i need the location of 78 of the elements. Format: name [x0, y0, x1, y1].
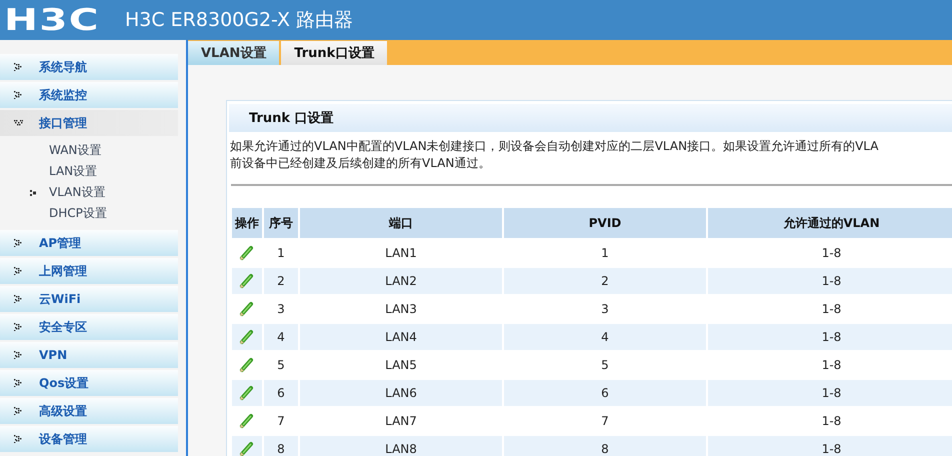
tab[interactable]: VLAN设置 — [188, 41, 280, 65]
table-cell-text: 1 — [600, 245, 610, 262]
table-cell: LAN8 — [300, 436, 502, 456]
table-cell-text: 5 — [600, 357, 610, 374]
edit-icon[interactable] — [239, 441, 255, 456]
table-cell: LAN6 — [300, 380, 502, 406]
menu-item[interactable]: VLAN设置 — [0, 182, 178, 203]
menu-group[interactable]: 接口管理 — [0, 110, 178, 136]
menu-group[interactable]: 系统导航 — [0, 54, 178, 80]
description-text: 如果允许通过的VLAN中配置的VLAN未创建接口，则设备会自动创建对应的二层VLAN接口。如果设置允许通过所有的VLA — [230, 138, 878, 155]
window-title: H3C ER8300G2-X 路由器 — [125, 8, 354, 33]
menu-item[interactable]: DHCP设置 — [0, 203, 178, 224]
column-header: 允许通过的VLAN — [708, 208, 952, 238]
panel-title: Trunk 口设置 — [229, 104, 952, 132]
menu-group[interactable]: 高级设置 — [0, 398, 178, 424]
table-cell: 4 — [264, 324, 298, 350]
chevron-down-icon — [14, 119, 23, 127]
table-cell: 1-8 — [708, 436, 952, 456]
table-cell-text: 5 — [276, 357, 286, 374]
table-cell-text: LAN5 — [384, 357, 418, 374]
table-cell-text: LAN7 — [384, 413, 418, 430]
table-cell-text: 1-8 — [820, 245, 842, 262]
chevron-right-icon — [14, 323, 23, 331]
menu-group[interactable]: 云WiFi — [0, 286, 178, 312]
table-cell: 6 — [504, 380, 706, 406]
tab[interactable]: Trunk口设置 — [281, 41, 388, 65]
chevron-right-icon — [14, 407, 23, 415]
column-header: 序号 — [264, 208, 298, 238]
table-cell-text: 7 — [276, 413, 286, 430]
table-cell-text: 3 — [276, 301, 286, 318]
description-text: 前设备中已经创建及后续创建的所有VLAN通过。 — [230, 155, 490, 172]
table-cell-text: LAN3 — [384, 301, 418, 318]
chevron-right-icon — [14, 295, 23, 303]
edit-icon[interactable] — [239, 245, 255, 261]
table-cell: LAN2 — [300, 268, 502, 294]
table-cell: 2 — [504, 268, 706, 294]
table-cell-text: 1-8 — [820, 357, 842, 374]
menu-group[interactable]: 设备管理 — [0, 426, 178, 452]
menu-group[interactable]: 上网管理 — [0, 258, 178, 284]
column-header: 操作 — [232, 208, 262, 238]
table-cell: 8 — [264, 436, 298, 456]
table-cell-text: LAN1 — [384, 245, 418, 262]
chevron-right-icon — [14, 351, 23, 359]
column-header: 端口 — [300, 208, 502, 238]
chevron-right-icon — [14, 435, 23, 443]
edit-icon[interactable] — [239, 357, 255, 373]
table-cell: 2 — [264, 268, 298, 294]
table-cell-text: 1-8 — [820, 301, 842, 318]
chevron-right-icon — [14, 91, 23, 99]
table-cell: 1-8 — [708, 380, 952, 406]
table-cell: 1-8 — [708, 324, 952, 350]
brand-logo: H3C — [4, 2, 100, 38]
table-cell: 1-8 — [708, 268, 952, 294]
menu-item[interactable]: LAN设置 — [0, 161, 178, 182]
table-cell: LAN4 — [300, 324, 502, 350]
column-header: PVID — [504, 208, 706, 238]
menu-item[interactable]: WAN设置 — [0, 140, 178, 161]
menu-group[interactable]: 安全专区 — [0, 314, 178, 340]
edit-icon[interactable] — [239, 301, 255, 317]
edit-icon[interactable] — [239, 385, 255, 401]
menu-group[interactable]: 系统监控 — [0, 82, 178, 108]
chevron-right-icon — [14, 267, 23, 275]
chevron-right-icon — [14, 63, 23, 71]
table-cell-text: 7 — [600, 413, 610, 430]
edit-icon[interactable] — [239, 273, 255, 289]
menu-group[interactable]: VPN — [0, 342, 178, 368]
table-cell-text: 1-8 — [820, 413, 842, 430]
edit-icon[interactable] — [239, 413, 255, 429]
table-cell: 8 — [504, 436, 706, 456]
chevron-right-icon — [14, 379, 23, 387]
table-cell: 6 — [264, 380, 298, 406]
table-cell-text: 3 — [600, 301, 610, 318]
edit-icon[interactable] — [239, 329, 255, 345]
menu-group[interactable]: Qos设置 — [0, 370, 178, 396]
table-cell: 4 — [504, 324, 706, 350]
chevron-right-icon — [14, 239, 23, 247]
table-cell-text: 1 — [276, 245, 286, 262]
menu-group[interactable]: AP管理 — [0, 230, 178, 256]
